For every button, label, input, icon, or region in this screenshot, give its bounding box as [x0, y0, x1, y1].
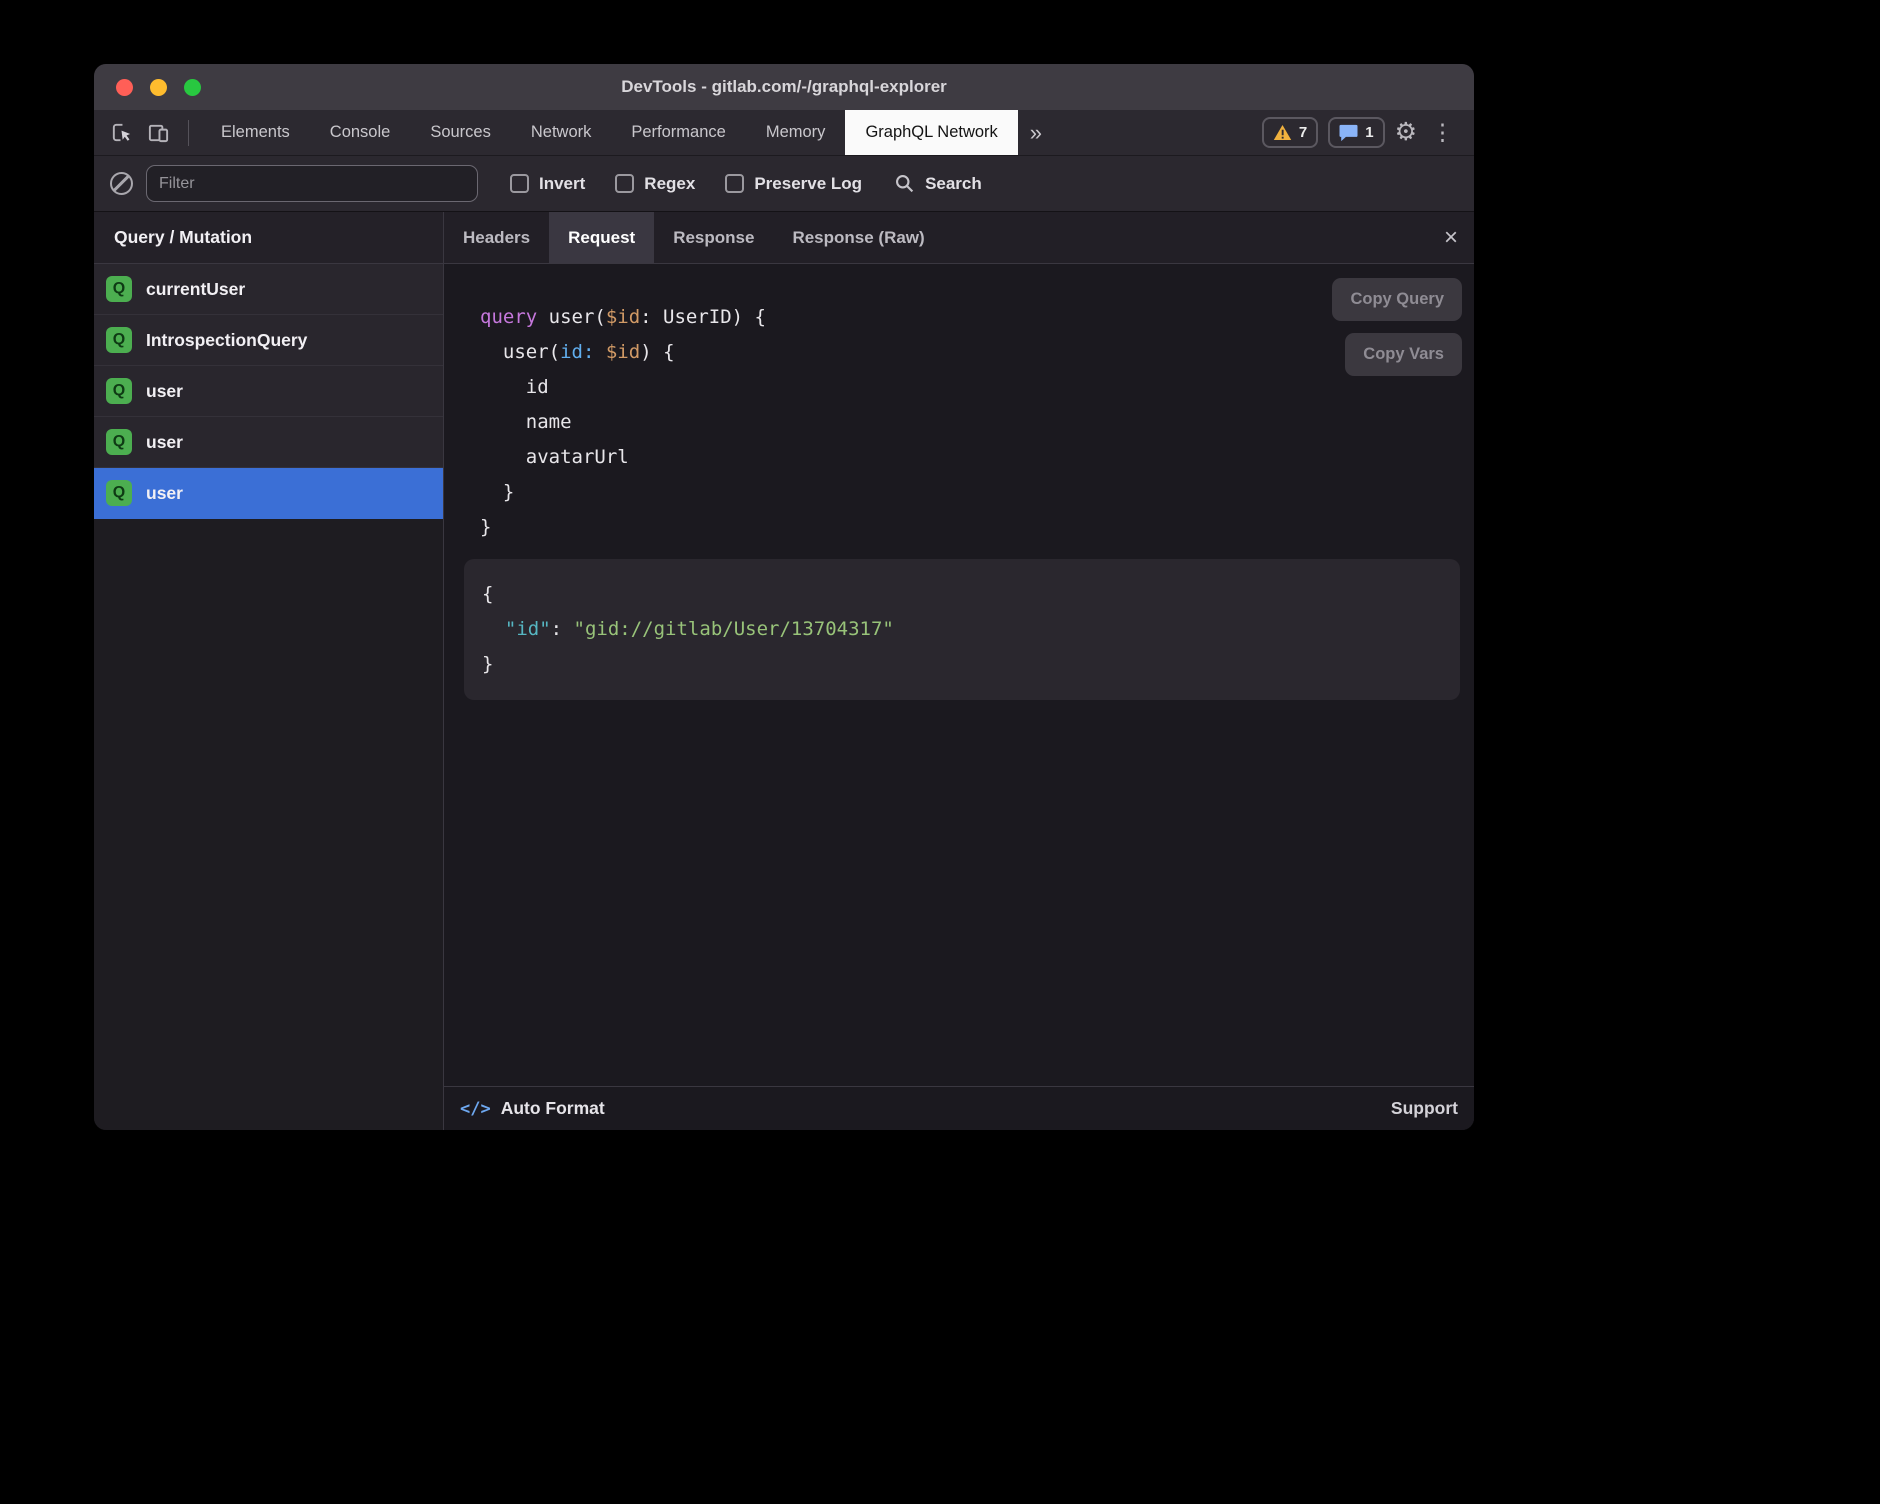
warning-count: 7 [1299, 124, 1307, 141]
minimize-window-button[interactable] [150, 79, 167, 96]
tab-console[interactable]: Console [310, 110, 411, 155]
support-link[interactable]: Support [1391, 1098, 1458, 1119]
query-sidebar: Query / Mutation QcurrentUserQIntrospect… [94, 212, 444, 1130]
code-line: user(id: $id) { [480, 335, 1474, 370]
detail-footer: </> Auto Format Support [444, 1086, 1474, 1130]
regex-label: Regex [644, 174, 695, 194]
devtools-tab-strip: ElementsConsoleSourcesNetworkPerformance… [201, 110, 1018, 155]
device-toolbar-icon[interactable] [147, 121, 170, 144]
warning-triangle-icon [1273, 124, 1292, 141]
toolbar-left-icons [94, 120, 201, 146]
regex-option: Regex [615, 174, 695, 194]
inspect-element-icon[interactable] [110, 121, 133, 144]
search-group: Search [894, 173, 982, 194]
request-variables-code: { "id": "gid://gitlab/User/13704317"} [482, 577, 1442, 682]
filter-input[interactable] [146, 165, 478, 202]
query-type-badge: Q [106, 276, 132, 302]
detail-content: query user($id: UserID) { user(id: $id) … [444, 264, 1474, 1086]
query-type-badge: Q [106, 480, 132, 506]
filter-options: Invert Regex Preserve Log [510, 174, 862, 194]
request-query-code: query user($id: UserID) { user(id: $id) … [444, 264, 1474, 545]
detail-tab-strip: HeadersRequestResponseResponse (Raw) × [444, 212, 1474, 264]
messages-badge[interactable]: 1 [1328, 117, 1384, 148]
devtools-toolbar: ElementsConsoleSourcesNetworkPerformance… [94, 110, 1474, 156]
clear-block-icon[interactable] [110, 172, 133, 195]
query-type-badge: Q [106, 378, 132, 404]
sidebar-header: Query / Mutation [94, 212, 443, 264]
copy-query-button[interactable]: Copy Query [1332, 278, 1462, 321]
copy-vars-button[interactable]: Copy Vars [1345, 333, 1462, 376]
settings-gear-icon[interactable]: ⚙ [1395, 120, 1417, 145]
window-title: DevTools - gitlab.com/-/graphql-explorer [621, 77, 947, 97]
main-split: Query / Mutation QcurrentUserQIntrospect… [94, 212, 1474, 1130]
code-line: } [482, 647, 1442, 682]
query-list-item[interactable]: Quser [94, 366, 443, 417]
more-tabs-chevron[interactable]: » [1018, 120, 1054, 146]
code-line: avatarUrl [480, 440, 1474, 475]
search-label[interactable]: Search [925, 174, 982, 194]
invert-option: Invert [510, 174, 585, 194]
query-list: QcurrentUserQIntrospectionQueryQuserQuse… [94, 264, 443, 519]
preserve-log-option: Preserve Log [725, 174, 862, 194]
zoom-window-button[interactable] [184, 79, 201, 96]
query-type-badge: Q [106, 429, 132, 455]
copy-buttons: Copy Query Copy Vars [1332, 278, 1462, 376]
query-name: currentUser [146, 279, 245, 300]
auto-format-label: Auto Format [501, 1098, 605, 1119]
preserve-log-checkbox[interactable] [725, 174, 744, 193]
code-brackets-icon: </> [460, 1099, 491, 1119]
code-line: name [480, 405, 1474, 440]
detail-tab-request[interactable]: Request [549, 212, 654, 263]
tab-graphql-network[interactable]: GraphQL Network [845, 110, 1017, 155]
query-list-item[interactable]: QcurrentUser [94, 264, 443, 315]
query-type-badge: Q [106, 327, 132, 353]
invert-label: Invert [539, 174, 585, 194]
invert-checkbox[interactable] [510, 174, 529, 193]
traffic-lights [116, 64, 201, 110]
detail-tab-response-raw[interactable]: Response (Raw) [773, 212, 943, 263]
tab-elements[interactable]: Elements [201, 110, 310, 155]
tab-network[interactable]: Network [511, 110, 612, 155]
close-window-button[interactable] [116, 79, 133, 96]
warnings-badge[interactable]: 7 [1262, 117, 1318, 148]
query-list-item[interactable]: Quser [94, 417, 443, 468]
devtools-window: DevTools - gitlab.com/-/graphql-explorer… [94, 64, 1474, 1130]
regex-checkbox[interactable] [615, 174, 634, 193]
code-line: query user($id: UserID) { [480, 300, 1474, 335]
code-line: { [482, 577, 1442, 612]
detail-tab-response[interactable]: Response [654, 212, 773, 263]
code-line: } [480, 475, 1474, 510]
toolbar-separator [188, 120, 189, 146]
message-count: 1 [1365, 124, 1373, 141]
code-line: "id": "gid://gitlab/User/13704317" [482, 612, 1442, 647]
code-line: } [480, 510, 1474, 545]
request-variables-box: { "id": "gid://gitlab/User/13704317"} [464, 559, 1460, 700]
query-name: user [146, 483, 183, 504]
tab-memory[interactable]: Memory [746, 110, 846, 155]
tab-sources[interactable]: Sources [410, 110, 511, 155]
query-list-item[interactable]: Q IntrospectionQuery [94, 315, 443, 366]
search-icon[interactable] [894, 173, 915, 194]
message-bubble-icon [1339, 124, 1358, 142]
tab-performance[interactable]: Performance [611, 110, 745, 155]
close-detail-icon[interactable]: × [1444, 226, 1458, 250]
code-line: id [480, 370, 1474, 405]
query-name: user [146, 432, 183, 453]
auto-format-toggle[interactable]: </> Auto Format [460, 1098, 605, 1119]
detail-tab-headers[interactable]: Headers [444, 212, 549, 263]
detail-panel: HeadersRequestResponseResponse (Raw) × qu… [444, 212, 1474, 1130]
filter-bar: Invert Regex Preserve Log Search [94, 156, 1474, 212]
kebab-menu-icon[interactable]: ⋮ [1427, 121, 1458, 144]
title-bar: DevTools - gitlab.com/-/graphql-explorer [94, 64, 1474, 110]
query-name: IntrospectionQuery [146, 330, 307, 351]
query-name: user [146, 381, 183, 402]
toolbar-right-cluster: 7 1 ⚙ ⋮ [1262, 117, 1474, 148]
query-list-item[interactable]: Quser [94, 468, 443, 519]
preserve-log-label: Preserve Log [754, 174, 862, 194]
